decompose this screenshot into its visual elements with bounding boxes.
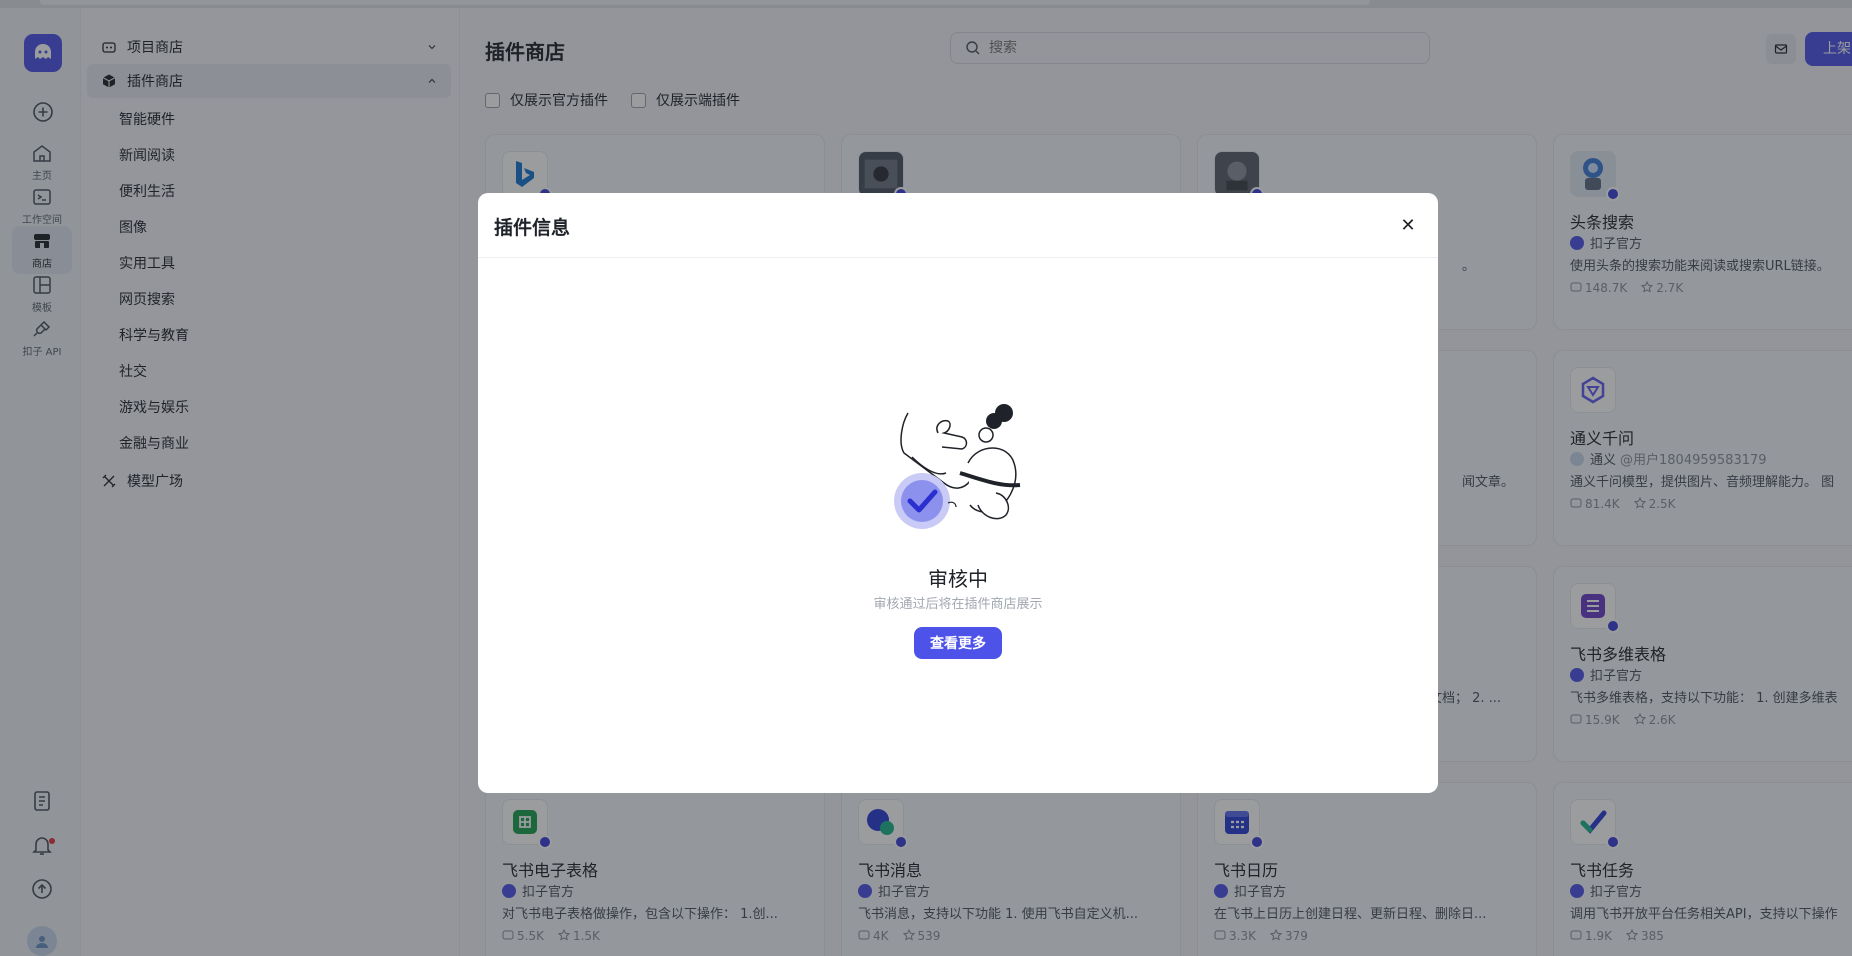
plugin-info-modal: 插件信息 ✕ 审核中 审核通过后将在插件商店展示 查看更多 [478, 193, 1438, 793]
view-more-button[interactable]: 查看更多 [914, 627, 1002, 659]
modal-title: 插件信息 [494, 217, 571, 239]
review-pending-illustration [894, 404, 1021, 529]
status-title: 审核中 [928, 567, 988, 591]
close-icon[interactable]: ✕ [1398, 215, 1418, 236]
modal-divider [478, 257, 1438, 258]
status-subtitle: 审核通过后将在插件商店展示 [873, 597, 1043, 612]
